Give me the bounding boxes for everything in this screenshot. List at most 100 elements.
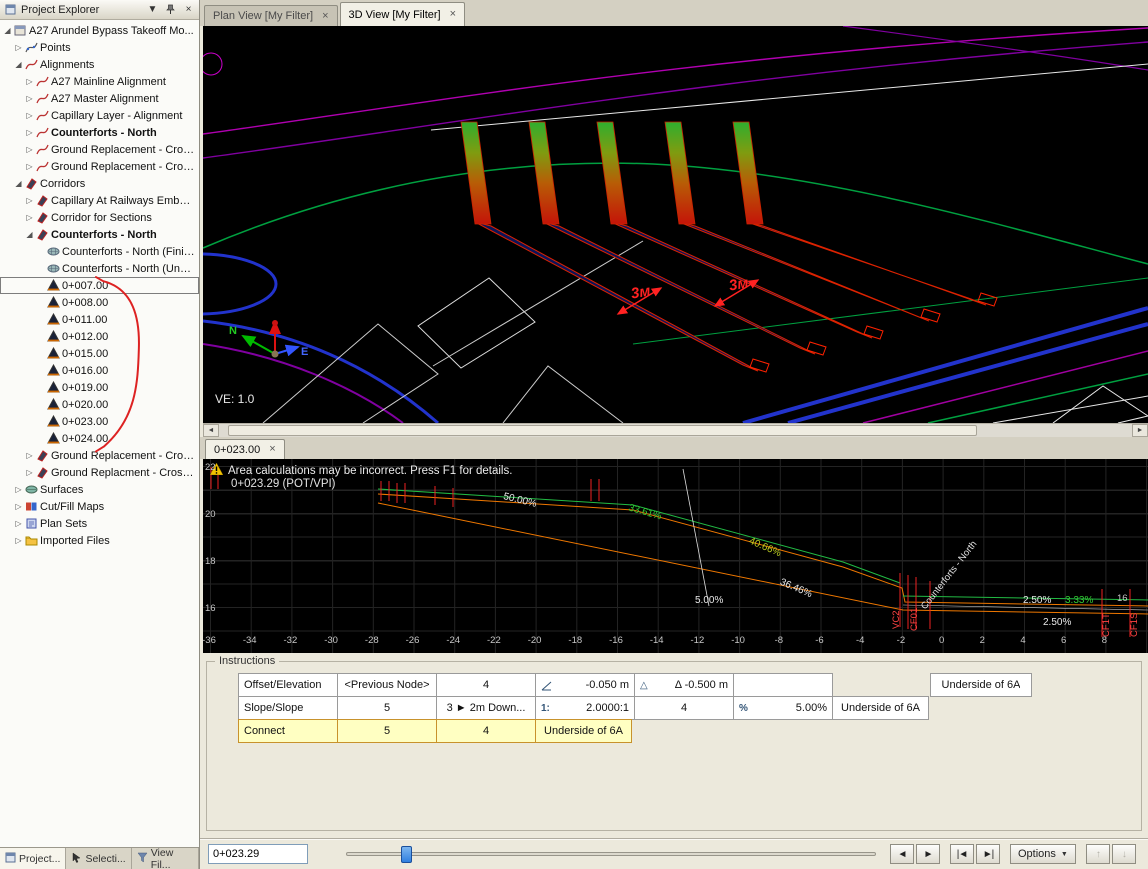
move-up-button[interactable]: ↑ <box>1085 844 1110 864</box>
tree-item[interactable]: ▷ A27 Mainline Alignment <box>0 73 199 90</box>
tree-item[interactable]: 0+011.00 <box>0 311 199 328</box>
horizontal-scrollbar[interactable]: ◄ ► <box>203 423 1148 437</box>
tree-item[interactable]: ▷ Ground Replacement - Cros... <box>0 158 199 175</box>
move-down-button[interactable]: ↓ <box>1111 844 1136 864</box>
expand-icon[interactable]: ▷ <box>24 111 35 120</box>
points-icon <box>24 41 38 54</box>
instruction-cell[interactable]: Underside of 6A <box>535 719 632 743</box>
section-tab[interactable]: 0+023.00 × <box>205 439 285 459</box>
tree-item[interactable]: ▷ Capillary At Railways Emban... <box>0 192 199 209</box>
last-section-button[interactable]: ►| <box>976 844 1000 864</box>
expand-icon[interactable]: ▷ <box>13 485 24 494</box>
panel-tab-0[interactable]: Project... <box>0 848 67 869</box>
expand-icon[interactable]: ▷ <box>24 145 35 154</box>
tree-item[interactable]: 0+019.00 <box>0 379 199 396</box>
tree-item[interactable]: ▷ Points <box>0 39 199 56</box>
panel-tab-2[interactable]: View Fil... <box>131 847 199 869</box>
expand-icon[interactable]: ▷ <box>13 502 24 511</box>
instruction-cell[interactable]: % 5.00% <box>733 696 833 720</box>
instruction-cell[interactable]: 4 <box>634 696 734 720</box>
station-input[interactable] <box>208 844 308 864</box>
collapse-icon[interactable]: ◢ <box>24 230 35 239</box>
collapse-icon[interactable]: ◢ <box>13 60 24 69</box>
close-icon[interactable]: × <box>181 2 196 17</box>
view-tab[interactable]: 3D View [My Filter] × <box>339 2 466 26</box>
close-icon[interactable]: × <box>269 444 275 455</box>
tree-item[interactable]: ▷ Ground Replacement - Cros... <box>0 141 199 158</box>
tree-item[interactable]: ▷ Plan Sets <box>0 515 199 532</box>
expand-icon[interactable]: ▷ <box>24 94 35 103</box>
station-slider[interactable] <box>346 844 876 864</box>
tree-item[interactable]: ▷ Ground Replacment - Cross... <box>0 464 199 481</box>
instruction-cell[interactable]: Offset/Elevation <box>238 673 338 697</box>
instruction-cell[interactable]: 4 <box>436 673 536 697</box>
tree-item[interactable]: ▷ Cut/Fill Maps <box>0 498 199 515</box>
expand-icon[interactable]: ▷ <box>24 162 35 171</box>
tree-item[interactable]: ▷ Corridor for Sections <box>0 209 199 226</box>
slider-track[interactable] <box>346 852 876 856</box>
tree-item[interactable]: ▷ Capillary Layer - Alignment <box>0 107 199 124</box>
expand-icon[interactable]: ▷ <box>24 196 35 205</box>
tree-item[interactable]: 0+016.00 <box>0 362 199 379</box>
view-tab[interactable]: Plan View [My Filter] × <box>204 5 338 26</box>
tree-item[interactable]: ▷ Ground Replacement - Cros... <box>0 447 199 464</box>
close-icon[interactable]: × <box>450 9 456 20</box>
tree-item[interactable]: Counterforts - North (Finish) <box>0 243 199 260</box>
options-button[interactable]: Options ▼ <box>1010 844 1076 864</box>
instruction-cell[interactable] <box>733 673 833 697</box>
tree-item[interactable]: 0+015.00 <box>0 345 199 362</box>
tree-item[interactable]: 0+012.00 <box>0 328 199 345</box>
tree-item[interactable]: ◢ Counterforts - North <box>0 226 199 243</box>
tree-item[interactable]: ◢ A27 Arundel Bypass Takeoff Mo... <box>0 22 199 39</box>
expand-icon[interactable]: ▷ <box>24 77 35 86</box>
instruction-cell[interactable]: <Previous Node> <box>337 673 437 697</box>
expand-icon[interactable]: ▷ <box>13 536 24 545</box>
scroll-left-icon[interactable]: ◄ <box>203 424 219 437</box>
tree-item[interactable]: 0+020.00 <box>0 396 199 413</box>
3d-viewport[interactable]: VE: 1.0 3м 3м N E <box>203 26 1148 423</box>
station-callout-label: 0+023.29 (POT/VPI) <box>231 478 336 490</box>
expand-icon[interactable]: ▷ <box>13 43 24 52</box>
expand-icon[interactable]: ▷ <box>13 519 24 528</box>
collapse-icon[interactable]: ◢ <box>13 179 24 188</box>
collapse-icon[interactable]: ◢ <box>2 26 13 35</box>
scrollbar-track[interactable] <box>219 424 1132 437</box>
tree-item[interactable]: ◢ Alignments <box>0 56 199 73</box>
instruction-cell[interactable]: 5 <box>337 696 437 720</box>
instruction-cell[interactable]: 4 <box>436 719 536 743</box>
expand-icon[interactable]: ▷ <box>24 213 35 222</box>
instruction-cell[interactable]: Slope/Slope <box>238 696 338 720</box>
slider-thumb[interactable] <box>401 846 412 863</box>
first-section-button[interactable]: |◄ <box>950 844 974 864</box>
tree-item[interactable]: ◢ Corridors <box>0 175 199 192</box>
tree-item[interactable]: ▷ A27 Master Alignment <box>0 90 199 107</box>
instruction-cell[interactable]: 1: 2.0000:1 <box>535 696 635 720</box>
instruction-cell[interactable]: Underside of 6A <box>930 673 1032 697</box>
instruction-cell[interactable]: △ Δ -0.500 m <box>634 673 734 697</box>
tree-item[interactable]: 0+023.00 <box>0 413 199 430</box>
tree-item[interactable]: Counterforts - North (Under... <box>0 260 199 277</box>
tree-item[interactable]: ▷ Counterforts - North <box>0 124 199 141</box>
tree-item[interactable]: ▷ Imported Files <box>0 532 199 549</box>
tree-item[interactable]: 0+024.00 <box>0 430 199 447</box>
instruction-cell[interactable]: Underside of 6A <box>832 696 929 720</box>
instruction-cell[interactable]: -0.050 m <box>535 673 635 697</box>
tree-item[interactable]: ▷ Surfaces <box>0 481 199 498</box>
scrollbar-thumb[interactable] <box>228 425 977 436</box>
expand-icon[interactable]: ▷ <box>24 468 35 477</box>
pin-icon[interactable] <box>163 2 178 17</box>
instruction-cell[interactable]: 5 <box>337 719 437 743</box>
instruction-cell[interactable]: 3 ► 2m Down... <box>436 696 536 720</box>
expand-icon[interactable]: ▷ <box>24 128 35 137</box>
tree-item[interactable]: 0+007.00 <box>0 277 199 294</box>
tree-item[interactable]: 0+008.00 <box>0 294 199 311</box>
menu-down-icon[interactable]: ▼ <box>145 2 160 17</box>
next-section-button[interactable]: ► <box>916 844 940 864</box>
prev-section-button[interactable]: ◄ <box>890 844 914 864</box>
scroll-right-icon[interactable]: ► <box>1132 424 1148 437</box>
panel-tab-1[interactable]: Selecti... <box>66 848 132 869</box>
close-icon[interactable]: × <box>322 10 328 22</box>
expand-icon[interactable]: ▷ <box>24 451 35 460</box>
cross-section-viewport[interactable]: Area calculations may be incorrect. Pres… <box>203 459 1148 653</box>
instruction-cell[interactable]: Connect <box>238 719 338 743</box>
